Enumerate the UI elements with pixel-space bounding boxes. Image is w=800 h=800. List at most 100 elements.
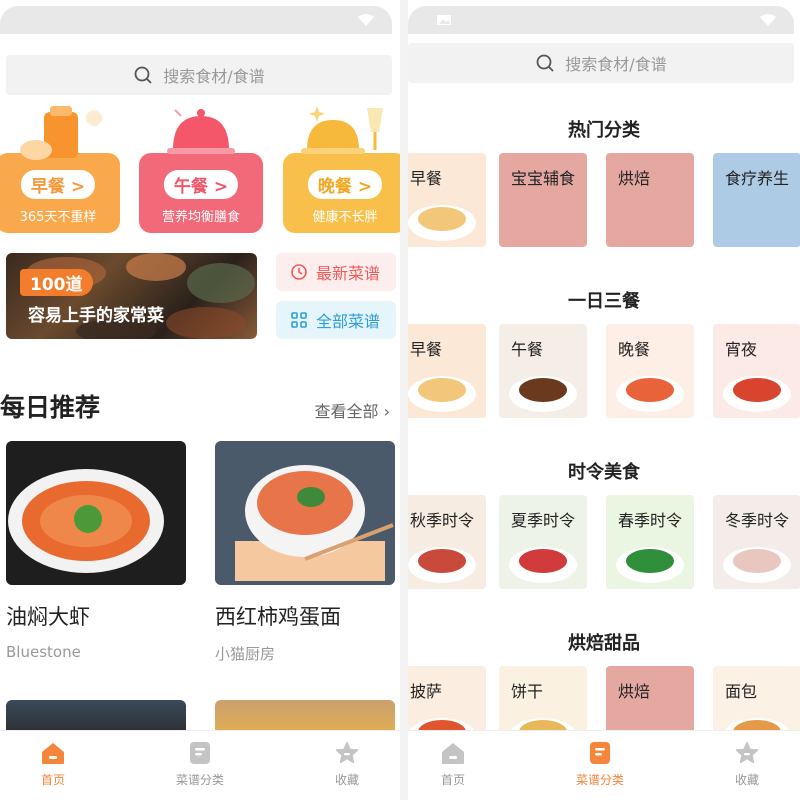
recipe-name: 油焖大虾 — [6, 605, 90, 629]
category-tile-label: 秋季时令 — [410, 511, 475, 530]
category-food-image — [616, 547, 684, 583]
category-tile-label: 早餐 — [410, 340, 443, 359]
tab-recipe-category-label: 菜谱分类 — [175, 773, 224, 787]
category-tile-label: 面包 — [725, 682, 758, 701]
bottom-tab-bar: 首页 菜谱分类 收藏 — [0, 730, 400, 800]
category-tile-label: 烘焙 — [618, 169, 651, 188]
recipe-card[interactable]: 油焖大虾 Bluestone — [6, 441, 186, 661]
category-food-image — [616, 376, 684, 412]
search-icon — [134, 66, 152, 84]
category-group-title: 热门分类 — [568, 120, 640, 141]
category-food-image — [509, 547, 577, 583]
category-group-title: 烘焙甜品 — [568, 633, 640, 654]
category-food-image — [408, 547, 476, 583]
category-food-image — [723, 547, 791, 583]
search-input[interactable]: 搜索食材/食谱 — [6, 55, 392, 95]
tab-favorites-label: 收藏 — [734, 773, 759, 787]
recipe-name: 西红柿鸡蛋面 — [215, 605, 341, 629]
wifi-icon — [760, 14, 776, 26]
status-bar — [0, 6, 392, 34]
category-tile-label: 宝宝辅食 — [511, 169, 576, 188]
category-tile-label: 饼干 — [511, 682, 544, 701]
category-tile-label: 食疗养生 — [725, 169, 790, 188]
category-tile[interactable]: 早餐 — [408, 324, 486, 418]
recipe-author: 小猫厨房 — [215, 645, 276, 663]
category-tile[interactable]: 冬季时令 — [713, 495, 800, 589]
banner-food-photo — [26, 253, 255, 339]
daily-recommend-title: 每日推荐 — [0, 393, 101, 422]
lunch-button[interactable]: 午餐 > — [163, 170, 239, 199]
dinner-card[interactable]: 晚餐 > 健康不长胖 — [283, 102, 400, 233]
category-tile[interactable]: 春季时令 — [606, 495, 694, 589]
screen-divider — [400, 0, 408, 800]
category-food-image — [408, 376, 476, 412]
search-input[interactable]: 搜索食材/食谱 — [408, 43, 794, 83]
category-food-image — [408, 205, 476, 241]
category-tile[interactable]: 烘焙 — [606, 153, 694, 247]
tab-home[interactable]: 首页 — [8, 741, 98, 788]
latest-recipes-label: 最新菜谱 — [316, 264, 381, 283]
tab-home[interactable]: 首页 — [408, 741, 498, 788]
recipe-image — [6, 441, 186, 585]
tab-recipe-category[interactable]: 菜谱分类 — [555, 741, 645, 788]
category-tile-label: 午餐 — [511, 340, 544, 359]
category-tile[interactable]: 秋季时令 — [408, 495, 486, 589]
dinner-illustration-icon — [301, 106, 383, 154]
lunch-subtitle: 营养均衡膳食 — [161, 210, 240, 225]
home-icon — [442, 743, 464, 764]
home-screen: 搜索食材/食谱 早餐 > 365天不重样 午餐 > 营养均衡膳食 晚餐 > 健康… — [0, 0, 400, 800]
braised-shrimp-photo — [6, 441, 186, 585]
category-group-title: 一日三餐 — [568, 291, 640, 312]
search-placeholder: 搜索食材/食谱 — [163, 67, 265, 86]
status-bar — [408, 6, 794, 34]
star-icon — [735, 741, 759, 764]
search-icon — [536, 54, 554, 72]
tab-favorites-label: 收藏 — [334, 773, 359, 787]
category-tile[interactable]: 宝宝辅食 — [499, 153, 587, 247]
category-tile-label: 披萨 — [410, 682, 443, 701]
lunch-card[interactable]: 午餐 > 营养均衡膳食 — [139, 102, 263, 233]
category-tile[interactable]: 夏季时令 — [499, 495, 587, 589]
category-group-title: 时令美食 — [568, 462, 640, 483]
category-tile[interactable]: 食疗养生 — [713, 153, 800, 247]
search-placeholder: 搜索食材/食谱 — [565, 55, 667, 74]
all-recipes-label: 全部菜谱 — [316, 312, 381, 331]
clock-icon — [291, 264, 307, 280]
home-icon — [42, 743, 64, 764]
category-tile-label: 烘焙 — [618, 682, 651, 701]
tab-recipe-category[interactable]: 菜谱分类 — [155, 741, 245, 788]
tomato-egg-noodle-photo — [215, 441, 395, 585]
recipe-card[interactable]: 西红柿鸡蛋面 小猫厨房 — [215, 441, 395, 664]
category-tile[interactable]: 宵夜 — [713, 324, 800, 418]
latest-recipes-button[interactable]: 最新菜谱 — [276, 253, 396, 291]
category-tile-label: 晚餐 — [618, 340, 651, 359]
breakfast-subtitle: 365天不重样 — [19, 210, 97, 225]
category-tile[interactable]: 午餐 — [499, 324, 587, 418]
category-tile-label: 冬季时令 — [725, 511, 790, 530]
recipe-author: Bluestone — [6, 643, 81, 661]
homestyle-banner[interactable]: 100道 容易上手的家常菜 — [6, 253, 257, 339]
star-icon — [335, 741, 359, 764]
grid-icon — [291, 312, 307, 328]
category-tile[interactable]: 晚餐 — [606, 324, 694, 418]
category-food-image — [723, 376, 791, 412]
category-tile-label: 宵夜 — [725, 340, 758, 359]
category-tile-label: 早餐 — [410, 169, 443, 188]
all-recipes-button[interactable]: 全部菜谱 — [276, 301, 396, 339]
tab-favorites[interactable]: 收藏 — [702, 741, 792, 788]
tab-home-label: 首页 — [40, 773, 65, 787]
category-tile[interactable]: 早餐 — [408, 153, 486, 247]
category-screen: 搜索食材/食谱 热门分类 早餐 宝宝辅食 烘焙 食疗养生 一日三餐 早餐 午餐 晚餐 宵夜 时令美食… — [408, 0, 800, 800]
breakfast-card[interactable]: 早餐 > 365天不重样 — [0, 102, 120, 233]
recipe-book-icon — [590, 742, 610, 764]
see-all-link[interactable]: 查看全部 › — [315, 398, 391, 422]
category-tile-label: 夏季时令 — [511, 511, 576, 530]
tab-home-label: 首页 — [440, 773, 465, 787]
tab-recipe-category-label: 菜谱分类 — [575, 773, 624, 787]
bottom-tab-bar: 首页 菜谱分类 收藏 — [408, 730, 800, 800]
lunch-illustration-icon — [167, 109, 235, 154]
image-icon — [437, 15, 451, 25]
tab-favorites[interactable]: 收藏 — [302, 741, 392, 788]
breakfast-button[interactable]: 早餐 > — [20, 170, 96, 199]
dinner-button[interactable]: 晚餐 > — [307, 170, 383, 199]
